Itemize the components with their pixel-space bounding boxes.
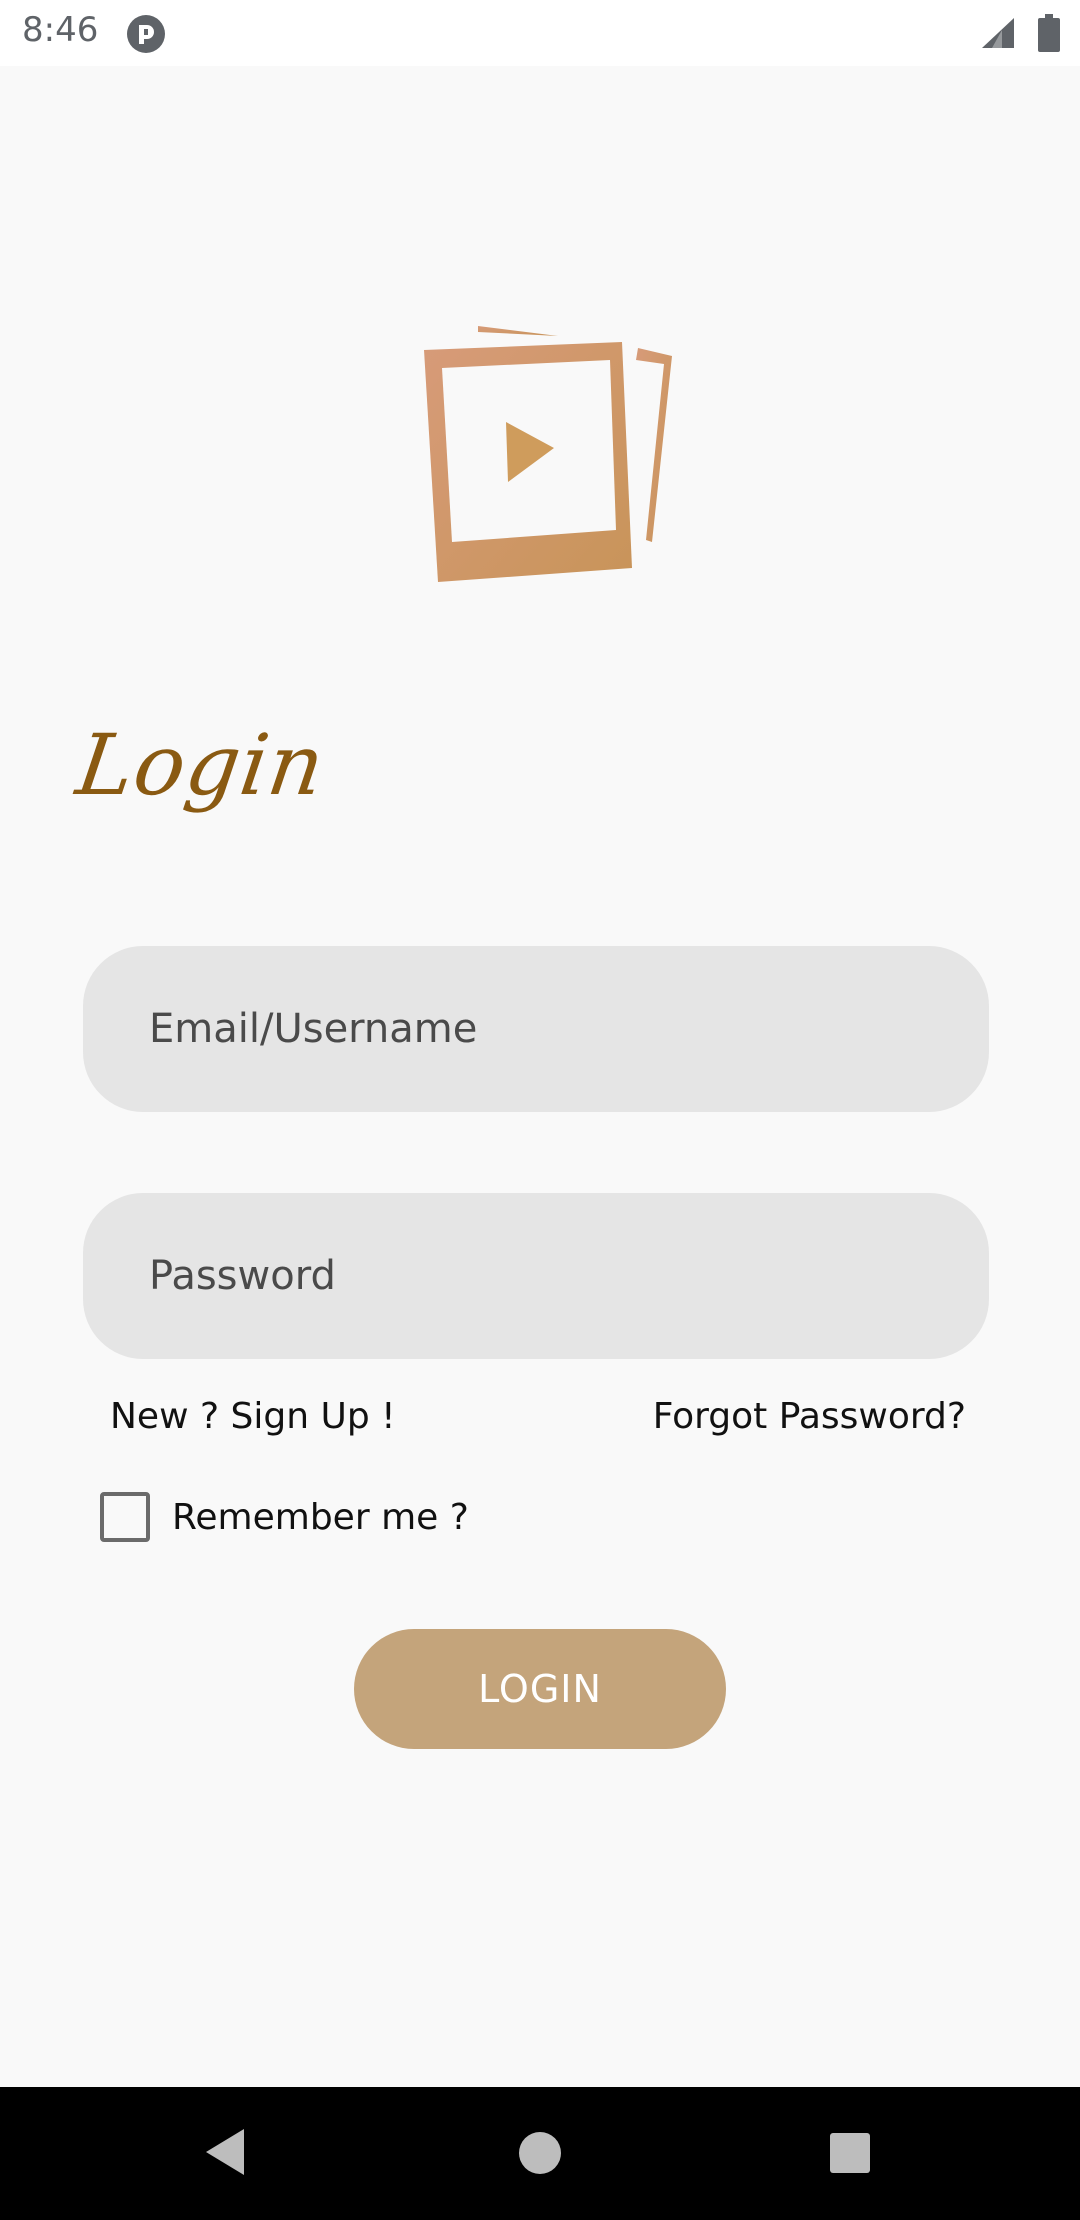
page-title: Login bbox=[71, 716, 331, 814]
battery-icon bbox=[1038, 14, 1060, 52]
status-time: 8:46 bbox=[22, 10, 99, 50]
login-screen: 8:46 Login Email/Username New ? Sign Up … bbox=[0, 0, 1080, 2220]
navigation-bar bbox=[0, 2087, 1080, 2220]
app-logo-icon bbox=[424, 326, 672, 582]
remember-me-checkbox[interactable] bbox=[100, 1492, 150, 1542]
status-bar: 8:46 bbox=[0, 0, 1080, 66]
email-field[interactable] bbox=[83, 946, 989, 1112]
recents-icon[interactable] bbox=[830, 2133, 870, 2173]
login-button[interactable]: LOGIN bbox=[354, 1629, 726, 1749]
signal-icon bbox=[982, 18, 1014, 48]
remember-me-row[interactable]: Remember me ? bbox=[100, 1492, 469, 1542]
home-icon[interactable] bbox=[518, 2131, 562, 2175]
app-notification-icon bbox=[127, 15, 165, 53]
password-input[interactable] bbox=[149, 1193, 989, 1359]
back-icon[interactable] bbox=[204, 2127, 248, 2177]
email-input[interactable] bbox=[149, 946, 989, 1112]
forgot-password-link[interactable]: Forgot Password? bbox=[653, 1396, 966, 1437]
remember-me-label: Remember me ? bbox=[172, 1496, 469, 1538]
password-field[interactable] bbox=[83, 1193, 989, 1359]
signup-link[interactable]: New ? Sign Up ! bbox=[110, 1396, 396, 1437]
